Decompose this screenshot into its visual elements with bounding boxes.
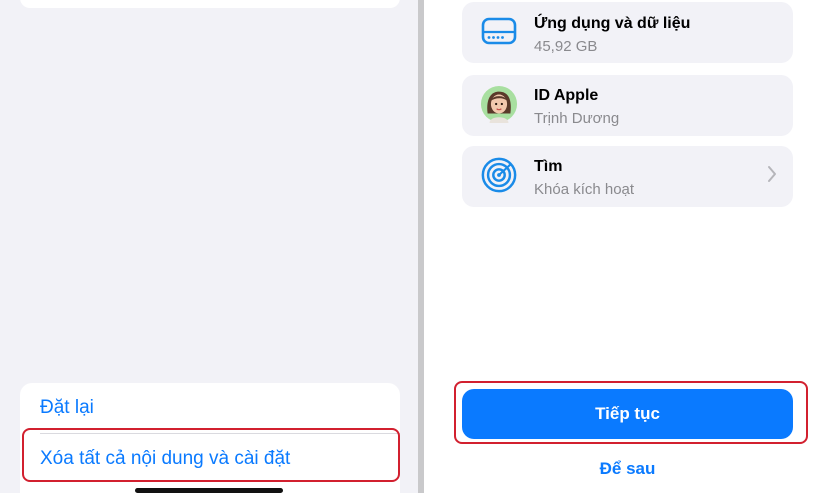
drive-icon [480, 12, 518, 50]
settings-card-top [20, 0, 400, 8]
later-link[interactable]: Để sau [462, 459, 793, 479]
card-title: Ứng dụng và dữ liệu [534, 15, 691, 32]
card-subtitle: 45,92 GB [534, 38, 598, 55]
right-screen: Ứng dụng và dữ liệu 45,92 GB ID Apple Tr… [424, 0, 840, 493]
home-indicator[interactable] [135, 488, 283, 493]
card-title: Tìm [534, 158, 563, 175]
highlight-box-continue [454, 381, 808, 444]
card-subtitle: Trịnh Dương [534, 110, 620, 127]
highlight-box-erase [22, 428, 400, 482]
apple-id-card: ID Apple Trịnh Dương [462, 75, 793, 136]
reset-option-label: Đặt lại [40, 397, 94, 418]
left-screen: Đặt lại Xóa tất cả nội dung và cài đặt [0, 0, 418, 493]
reset-option-reset[interactable]: Đặt lại [20, 383, 400, 433]
avatar [480, 85, 518, 123]
find-my-icon [480, 156, 518, 194]
card-title: ID Apple [534, 87, 599, 104]
chevron-right-icon [767, 165, 777, 189]
find-my-card[interactable]: Tìm Khóa kích hoạt [462, 146, 793, 207]
card-subtitle: Khóa kích hoạt [534, 181, 635, 198]
apps-data-card: Ứng dụng và dữ liệu 45,92 GB [462, 2, 793, 63]
